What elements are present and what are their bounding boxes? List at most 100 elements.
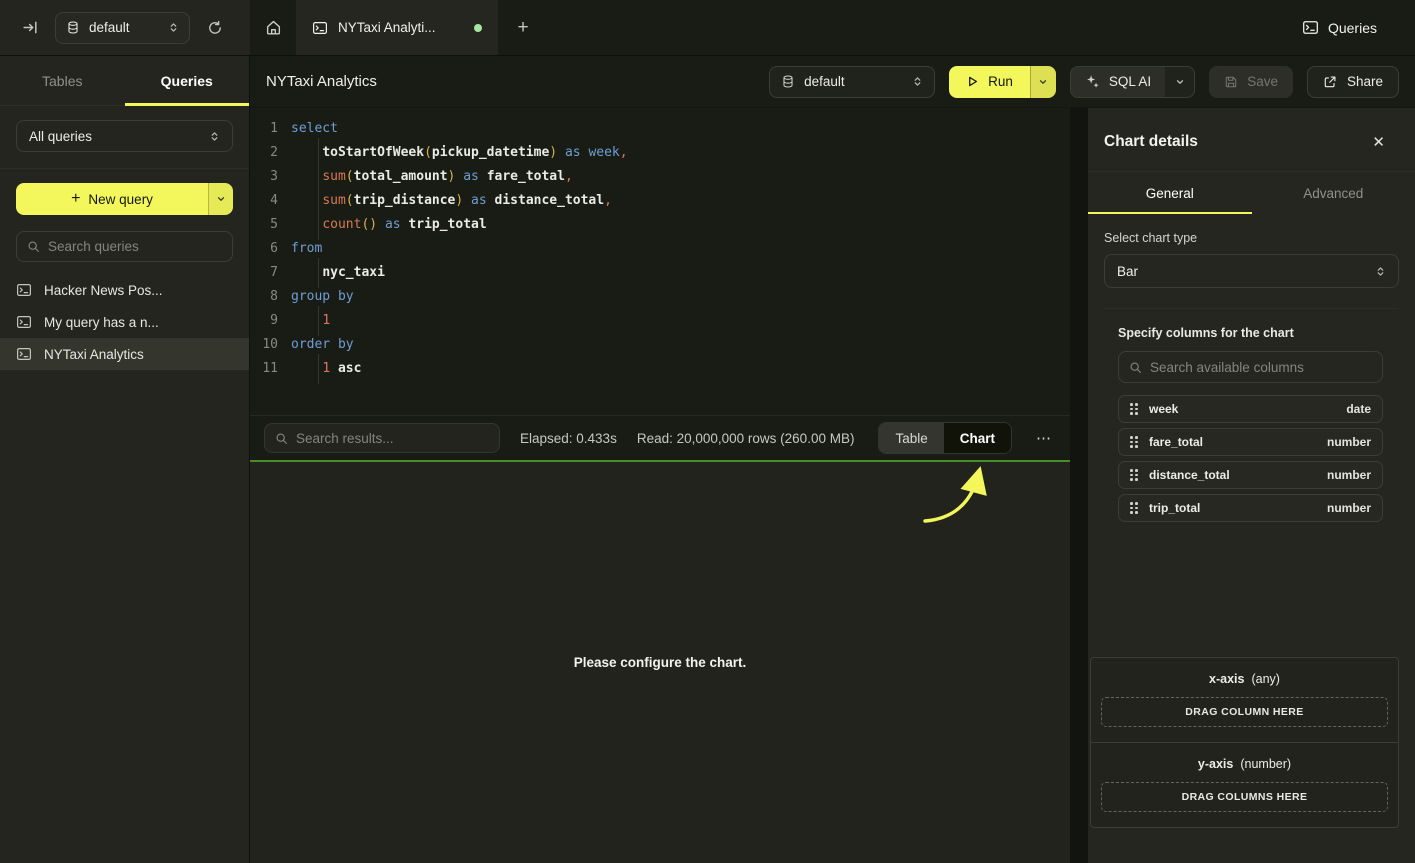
sparkles-icon <box>1085 74 1100 89</box>
sql-ai-dropdown-button[interactable] <box>1165 67 1194 97</box>
x-axis-drop-zone[interactable]: DRAG COLUMN HERE <box>1101 697 1388 727</box>
chart-type-select[interactable]: Bar <box>1104 254 1399 288</box>
chart-type-label: Select chart type <box>1104 231 1399 245</box>
saved-query-item[interactable]: My query has a n... <box>0 306 249 338</box>
saved-query-item[interactable]: Hacker News Pos... <box>0 274 249 306</box>
column-chip-distance_total[interactable]: distance_totalnumber <box>1118 461 1383 489</box>
code-line: 5 count() as trip_total <box>250 213 1070 237</box>
available-columns-list: weekdate fare_total number distance_totalnu… <box>1118 395 1383 522</box>
header-database-value: default <box>804 74 845 89</box>
columns-search-input[interactable]: Search available columns <box>1118 351 1383 383</box>
chart-empty-message: Please configure the chart. <box>574 655 747 670</box>
axes-config-box: x-axis(any) DRAG COLUMN HERE y-axis(number… <box>1090 657 1399 828</box>
code-line: 8group by <box>250 285 1070 309</box>
panel-tab-general[interactable]: General <box>1088 172 1252 214</box>
drag-handle-icon <box>1130 436 1138 448</box>
search-results-placeholder: Search results... <box>296 431 394 446</box>
line-number: 8 <box>250 285 278 309</box>
close-icon[interactable]: ✕ <box>1372 133 1385 151</box>
new-query-dropdown-button[interactable] <box>208 183 233 215</box>
code-line: 9 1 <box>250 309 1070 333</box>
queries-menu-label: Queries <box>1328 20 1377 36</box>
code-line: 2 toStartOfWeek(pickup_datetime) as week… <box>250 141 1070 165</box>
panel-tab-advanced[interactable]: Advanced <box>1252 172 1415 214</box>
database-icon <box>66 20 80 35</box>
sidebar-divider <box>0 168 249 169</box>
terminal-icon <box>16 346 32 362</box>
sql-ai-button[interactable]: SQL AI <box>1070 66 1195 98</box>
y-axis-drop-zone[interactable]: DRAG COLUMNS HERE <box>1101 782 1388 812</box>
chevron-updown-icon <box>912 76 923 87</box>
database-icon <box>781 74 795 89</box>
run-button[interactable]: Run <box>949 66 1056 98</box>
drag-handle-icon <box>1130 469 1138 481</box>
column-name: fare_total <box>1149 435 1203 449</box>
chevron-updown-icon <box>209 131 220 142</box>
code-line: 6from <box>250 237 1070 261</box>
view-toggle-table[interactable]: Table <box>879 423 943 453</box>
panel-body: Select chart type Bar Specify columns fo… <box>1088 214 1415 522</box>
y-axis-section: y-axis(number)DRAG COLUMNS HERE <box>1091 742 1398 827</box>
line-number: 2 <box>250 141 278 165</box>
save-button[interactable]: Save <box>1209 66 1293 98</box>
queries-menu-button[interactable]: Queries <box>1302 0 1377 55</box>
refresh-icon[interactable] <box>207 20 223 36</box>
annotation-arrow <box>918 464 1000 532</box>
share-button[interactable]: Share <box>1307 66 1399 98</box>
sidebar-tab-queries[interactable]: Queries <box>125 56 250 105</box>
line-number: 6 <box>250 237 278 261</box>
sql-ai-label: SQL AI <box>1109 74 1151 89</box>
editor-column: 1select2 toStartOfWeek(pickup_datetime) … <box>250 108 1070 863</box>
search-queries-placeholder: Search queries <box>48 239 139 254</box>
collapse-sidebar-icon[interactable] <box>22 19 39 36</box>
column-type: number <box>1327 435 1371 449</box>
saved-query-label: Hacker News Pos... <box>44 283 163 298</box>
save-icon <box>1224 75 1238 89</box>
column-name: distance_total <box>1149 468 1230 482</box>
play-icon <box>966 75 979 88</box>
main-content: NYTaxi Analytics default <box>250 56 1415 863</box>
new-query-button[interactable]: + New query <box>16 183 233 215</box>
line-number: 5 <box>250 213 278 237</box>
code-line: 10order by <box>250 333 1070 357</box>
more-options-button[interactable]: ⋯ <box>1032 429 1056 447</box>
home-tab-button[interactable] <box>250 0 296 55</box>
saved-query-list: Hacker News Pos... My query has a n...NYT… <box>0 274 249 370</box>
tab-title: NYTaxi Analyti... <box>338 20 436 35</box>
terminal-icon <box>16 282 32 298</box>
page-title: NYTaxi Analytics <box>266 73 377 90</box>
query-filter-select[interactable]: All queries <box>16 120 233 152</box>
saved-query-item[interactable]: NYTaxi Analytics <box>0 338 249 370</box>
read-stat: Read: 20,000,000 rows (260.00 MB) <box>637 431 855 446</box>
x-axis-label: x-axis(any) <box>1101 672 1388 686</box>
topbar-database-selector[interactable]: default <box>55 12 190 44</box>
search-icon <box>1129 361 1142 374</box>
sql-editor[interactable]: 1select2 toStartOfWeek(pickup_datetime) … <box>250 108 1070 415</box>
tab-nytaxi-analytics[interactable]: NYTaxi Analyti... <box>296 0 498 55</box>
column-chip-trip_total[interactable]: trip_totalnumber <box>1118 494 1383 522</box>
sidebar-tabs: Tables Queries <box>0 56 249 106</box>
line-number: 10 <box>250 333 278 357</box>
column-chip-fare_total[interactable]: fare_total number <box>1118 428 1383 456</box>
header-database-selector[interactable]: default <box>769 66 935 98</box>
search-results-input[interactable]: Search results... <box>264 423 500 453</box>
chart-pane: Please configure the chart. <box>250 462 1070 863</box>
chart-type-value: Bar <box>1117 264 1138 279</box>
code-line: 7 nyc_taxi <box>250 261 1070 285</box>
chevron-updown-icon <box>1375 266 1386 277</box>
query-filter-value: All queries <box>29 129 92 144</box>
search-queries-input[interactable]: Search queries <box>16 231 233 262</box>
save-label: Save <box>1247 74 1278 89</box>
view-toggle-chart[interactable]: Chart <box>944 423 1011 453</box>
columns-label: Specify columns for the chart <box>1118 326 1383 340</box>
column-name: week <box>1149 402 1178 416</box>
topbar-database-value: default <box>89 20 130 35</box>
elapsed-stat: Elapsed: 0.433s <box>520 431 617 446</box>
new-tab-button[interactable]: + <box>498 0 548 55</box>
column-chip-week[interactable]: weekdate <box>1118 395 1383 423</box>
columns-section: Specify columns for the chart Search ava… <box>1118 326 1399 522</box>
sidebar-tab-tables[interactable]: Tables <box>0 56 125 105</box>
chevron-updown-icon <box>168 22 179 33</box>
panel-header: Chart details ✕ <box>1088 108 1415 171</box>
run-options-button[interactable] <box>1030 66 1056 98</box>
